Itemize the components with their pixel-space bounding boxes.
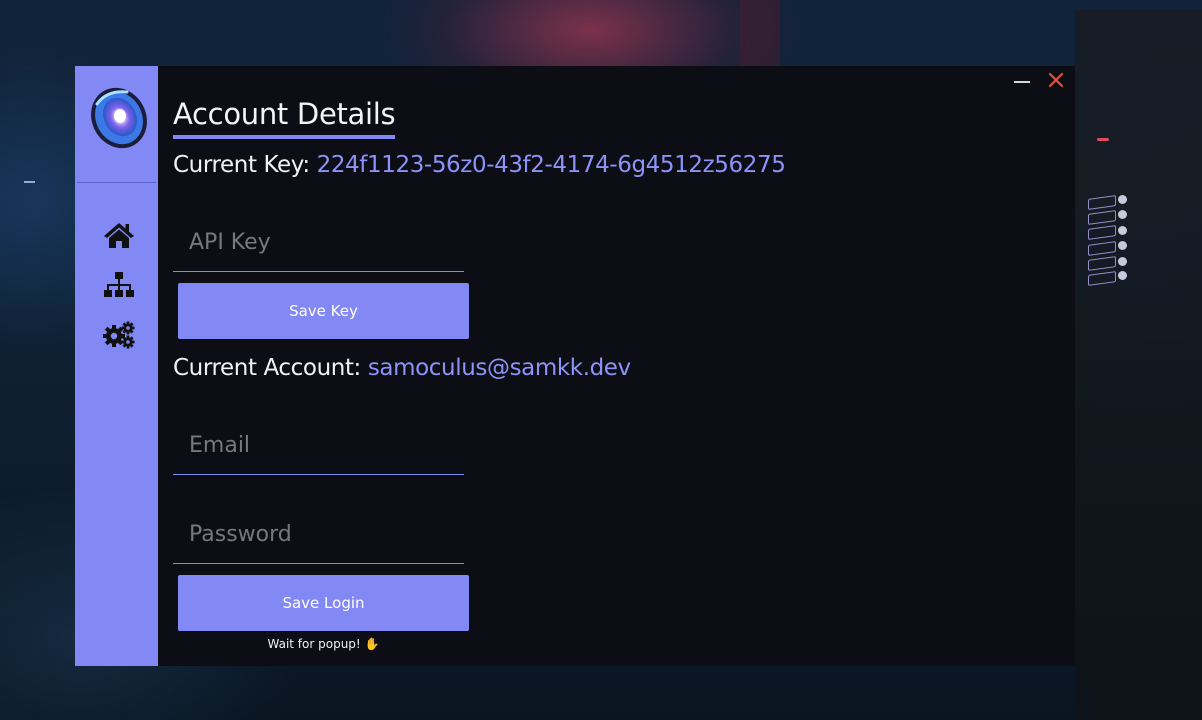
- home-icon: [103, 221, 135, 249]
- email-input[interactable]: [173, 416, 464, 474]
- api-key-input[interactable]: [173, 213, 464, 271]
- password-input[interactable]: [173, 505, 464, 563]
- save-key-button[interactable]: Save Key: [178, 283, 469, 339]
- app-window: Account Details Current Key: 224f1123-56…: [75, 66, 1075, 666]
- current-account-value: samoculus@samkk.dev: [367, 355, 631, 381]
- popup-hint: Wait for popup! ✋: [267, 637, 380, 651]
- sidebar-item-settings[interactable]: [101, 319, 137, 351]
- wallpaper-mark: [24, 181, 35, 183]
- current-key-label: Current Key:: [173, 152, 310, 178]
- account-details-panel: Account Details Current Key: 224f1123-56…: [173, 66, 1053, 666]
- password-field: [173, 505, 464, 564]
- app-logo: [87, 82, 151, 154]
- current-account-line: Current Account: samoculus@samkk.dev: [173, 353, 631, 383]
- wallpaper-tower: [1075, 10, 1202, 720]
- current-key-value: 224f1123-56z0-43f2-4174-6g4512z56275: [316, 152, 786, 178]
- sidebar: [75, 66, 158, 666]
- wallpaper-red-light: [1097, 138, 1109, 141]
- page-title: Account Details: [173, 95, 396, 139]
- email-field: [173, 416, 464, 475]
- gears-icon: [103, 321, 135, 349]
- sidebar-divider: [77, 182, 156, 183]
- save-login-button[interactable]: Save Login: [178, 575, 469, 631]
- sidebar-item-sitemap[interactable]: [101, 269, 137, 301]
- current-account-label: Current Account:: [173, 355, 361, 381]
- wallpaper-light-strip: [1088, 195, 1128, 286]
- wallpaper-stripe: [740, 0, 780, 70]
- sidebar-item-home[interactable]: [101, 219, 137, 251]
- api-key-field: [173, 213, 464, 272]
- sitemap-icon: [103, 271, 135, 299]
- current-key-line: Current Key: 224f1123-56z0-43f2-4174-6g4…: [173, 150, 786, 180]
